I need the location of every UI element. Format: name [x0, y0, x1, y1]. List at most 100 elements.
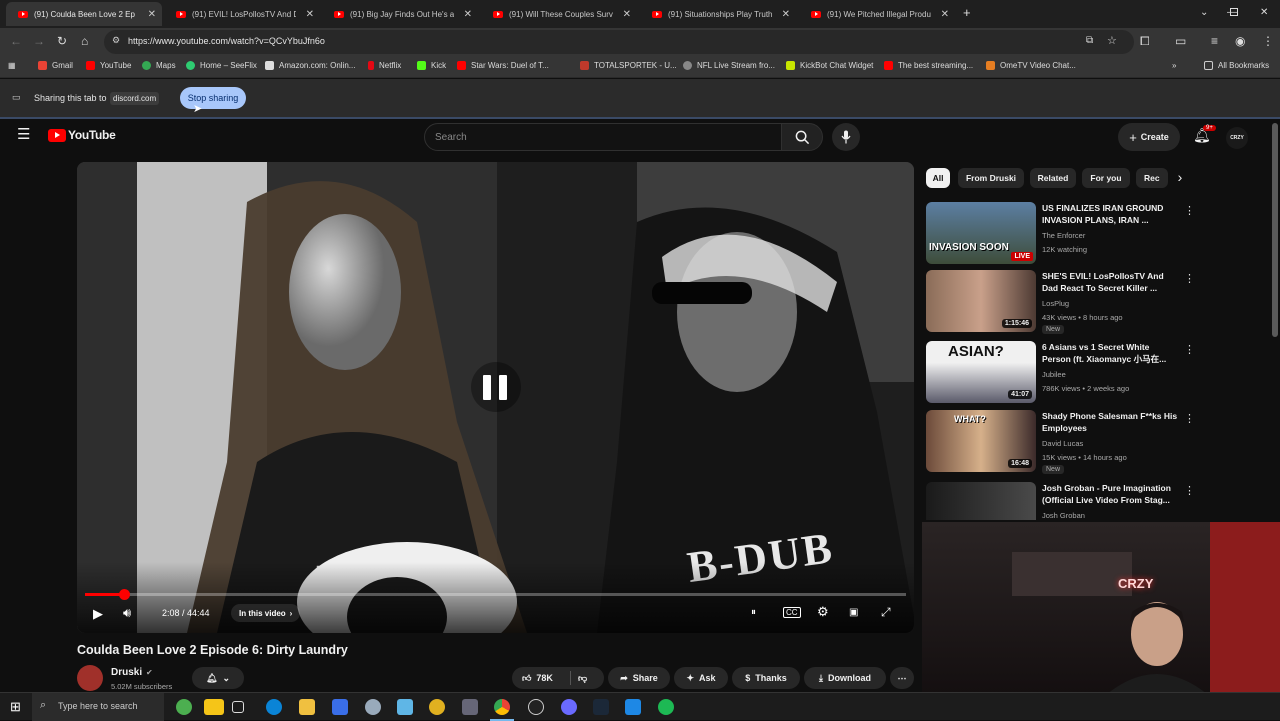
chip-recent[interactable]: Rec — [1136, 168, 1168, 188]
hamburger-menu-icon[interactable]: ☰ — [17, 125, 30, 143]
chip-related[interactable]: Related — [1030, 168, 1076, 188]
channel-name[interactable]: Jubilee — [1042, 370, 1066, 379]
thumbnail[interactable]: INVASION SOON LIVE — [926, 202, 1036, 264]
chip-all[interactable]: All — [926, 168, 950, 188]
all-bookmarks[interactable]: All Bookmarks — [1204, 61, 1269, 70]
bookmark-star-icon[interactable]: ☆ — [1107, 34, 1117, 47]
apps-grid-icon[interactable]: ▦ — [8, 61, 16, 70]
close-tab-icon[interactable]: ✕ — [148, 9, 156, 20]
more-vertical-icon[interactable]: ⋮ — [1184, 412, 1195, 425]
progress-bar[interactable] — [85, 589, 906, 600]
sharing-target[interactable]: discord.com — [110, 92, 160, 105]
list-item[interactable]: ASIAN? 41:07 6 Asians vs 1 Secret White … — [926, 341, 1196, 405]
thumbnail[interactable]: WHAT? 16:48 — [926, 410, 1036, 472]
channel-name[interactable]: David Lucas — [1042, 439, 1083, 448]
ask-button[interactable]: ✦ Ask — [674, 667, 728, 689]
page-scrollbar[interactable] — [1272, 123, 1278, 337]
more-vertical-icon[interactable]: ⋮ — [1184, 272, 1195, 285]
bookmark-kickbot[interactable]: KickBot Chat Widget — [786, 61, 873, 70]
app-icon[interactable] — [397, 699, 413, 715]
bookmark-netflix[interactable]: Netflix — [368, 61, 401, 70]
bookmark-ometv[interactable]: OmeTV Video Chat... — [986, 61, 1076, 70]
bookmark-youtube[interactable]: YouTube — [86, 61, 131, 70]
settings-gear-icon[interactable]: ⚙ — [817, 604, 829, 620]
thumbnail[interactable] — [926, 482, 1036, 520]
extensions-icon[interactable]: ⧠ — [1140, 34, 1150, 49]
weather-widget-icon[interactable] — [176, 699, 192, 715]
miniplayer-icon[interactable]: ▣ — [849, 607, 858, 618]
tab-couples-survive[interactable]: (91) Will These Couples Survive ✕ — [481, 2, 637, 26]
home-icon[interactable]: ⌂ — [81, 34, 88, 48]
in-this-video-button[interactable]: In this video › — [231, 604, 301, 622]
share-button[interactable]: ➦ Share — [608, 667, 670, 689]
bookmark-amazon[interactable]: Amazon.com: Onlin... — [265, 61, 355, 70]
app-icon[interactable] — [462, 699, 478, 715]
bookmark-seeflix[interactable]: Home – SeeFlix — [186, 61, 257, 70]
create-button[interactable]: + Create — [1118, 123, 1180, 151]
close-tab-icon[interactable]: ✕ — [941, 9, 949, 20]
youtube-logo[interactable]: YouTube — [48, 128, 116, 142]
like-button[interactable]: 👍︎ 78K — [522, 673, 553, 684]
app-icon[interactable] — [625, 699, 641, 715]
channel-name[interactable]: The Enforcer — [1042, 231, 1085, 240]
video-player[interactable]: INA B-DUB ▶ 🔊︎ 2:08 / 44:44 In this vide… — [77, 162, 914, 633]
menu-kebab-icon[interactable]: ⋮ — [1262, 34, 1274, 48]
bookmark-gmail[interactable]: Gmail — [38, 61, 73, 70]
widgets-icon[interactable] — [204, 699, 224, 715]
forward-icon[interactable]: → — [33, 34, 45, 48]
taskbar-search-input[interactable]: ⌕ Type here to search — [32, 693, 164, 721]
thumbnail[interactable]: 1:15:46 — [926, 270, 1036, 332]
thumbs-down-icon[interactable]: 👎︎ — [578, 673, 587, 684]
tab-illegal-product[interactable]: (91) We Pitched Illegal Product ✕ — [799, 2, 955, 26]
bookmark-kick[interactable]: Kick — [417, 61, 446, 70]
new-tab-button[interactable]: + — [963, 5, 971, 20]
tab-situationships[interactable]: (91) Situationships Play Truth or ✕ — [640, 2, 796, 26]
pause-overlay-button[interactable] — [471, 362, 521, 412]
more-vertical-icon[interactable]: ⋮ — [1184, 204, 1195, 217]
subscribed-notifications-button[interactable]: 🔔︎ ⌄ — [192, 667, 244, 689]
app-icon[interactable] — [429, 699, 445, 715]
bookmark-nfl-live[interactable]: NFL Live Stream fro... — [683, 61, 775, 70]
chip-from-druski[interactable]: From Druski — [958, 168, 1024, 188]
channel-name[interactable]: Josh Groban — [1042, 511, 1085, 520]
address-bar[interactable]: ⚙ https://www.youtube.com/watch?v=QCvYbu… — [104, 30, 1134, 54]
bookmark-star-wars[interactable]: Star Wars: Duel of T... — [457, 61, 549, 70]
bookmark-streaming[interactable]: The best streaming... — [884, 61, 973, 70]
close-tab-icon[interactable]: ✕ — [464, 9, 472, 20]
chips-next-chevron-icon[interactable]: › — [1170, 167, 1190, 187]
channel-name[interactable]: LosPlug — [1042, 299, 1069, 308]
tab-evil-lospollos[interactable]: (91) EVIL! LosPollosTV And Dad ✕ — [164, 2, 320, 26]
thumbnail[interactable]: ASIAN? 41:07 — [926, 341, 1036, 403]
back-icon[interactable]: ← — [10, 34, 22, 48]
download-button[interactable]: ⤓ Download — [804, 667, 886, 689]
volume-icon[interactable]: 🔊︎ — [123, 605, 131, 621]
bookmark-maps[interactable]: Maps — [142, 61, 176, 70]
profile-icon[interactable]: ◉ — [1235, 34, 1245, 48]
spotify-icon[interactable] — [658, 699, 674, 715]
close-tab-icon[interactable]: ✕ — [306, 9, 314, 20]
subtitles-icon[interactable]: CC — [783, 607, 801, 618]
app-icon[interactable] — [365, 699, 381, 715]
list-item[interactable]: 1:15:46 SHE'S EVIL! LosPollosTV And Dad … — [926, 270, 1196, 334]
list-item[interactable]: Josh Groban - Pure Imagination (Official… — [926, 482, 1196, 520]
channel-name[interactable]: Druski — [111, 667, 142, 678]
search-button[interactable] — [781, 123, 823, 151]
edge-icon[interactable] — [266, 699, 282, 715]
search-input[interactable]: Search — [424, 123, 782, 151]
reload-icon[interactable]: ↻ — [57, 34, 67, 48]
windows-start-icon[interactable]: ⊞ — [10, 699, 21, 715]
more-actions-button[interactable]: ⋯ — [890, 667, 914, 689]
thanks-button[interactable]: $ Thanks — [732, 667, 800, 689]
more-vertical-icon[interactable]: ⋮ — [1184, 484, 1195, 497]
close-window-icon[interactable]: ✕ — [1260, 7, 1268, 18]
install-app-icon[interactable]: ⧉ — [1086, 35, 1093, 46]
voice-search-button[interactable] — [832, 123, 860, 151]
close-tab-icon[interactable]: ✕ — [782, 9, 790, 20]
play-icon[interactable]: ▶ — [93, 606, 103, 622]
list-item[interactable]: INVASION SOON LIVE US FINALIZES IRAN GRO… — [926, 202, 1196, 266]
fullscreen-icon[interactable]: ⤢ — [881, 605, 891, 620]
stop-sharing-button[interactable]: Stop sharing — [180, 87, 246, 109]
app-icon[interactable] — [561, 699, 577, 715]
chrome-icon[interactable] — [494, 699, 510, 715]
avatar[interactable]: CRZY — [1226, 127, 1248, 149]
